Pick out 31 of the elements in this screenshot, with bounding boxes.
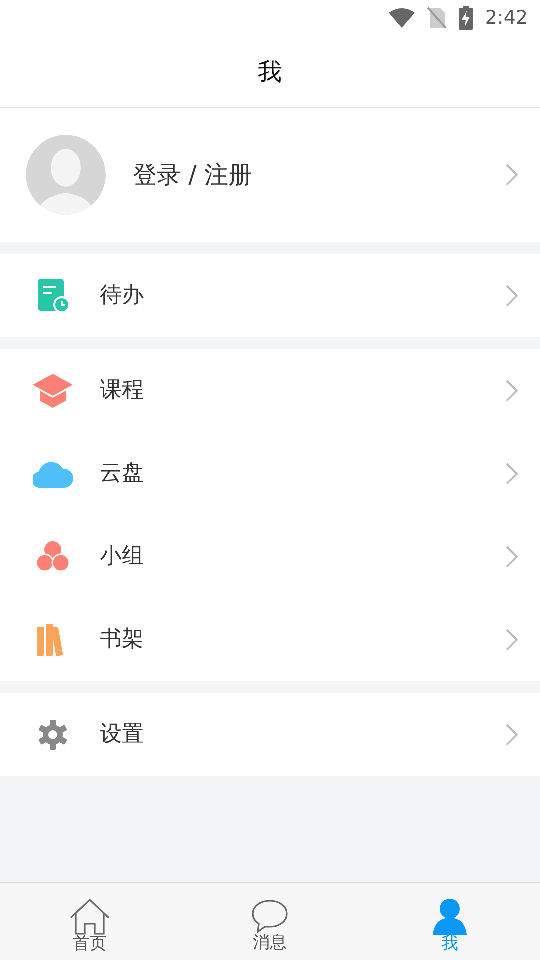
login-register-label: 登录 / 注册	[133, 160, 254, 191]
page-title: 我	[258, 56, 282, 88]
chevron-icon	[506, 546, 518, 568]
chevron-icon	[506, 628, 518, 650]
menu-item[interactable]: 小组	[0, 515, 540, 598]
clock-time: 2:42	[485, 6, 528, 31]
chevron-icon	[506, 164, 518, 186]
todo-icon	[36, 278, 70, 312]
home-icon	[70, 899, 110, 936]
battery-charging-icon	[459, 6, 474, 30]
chevron-icon	[506, 284, 518, 306]
chevron-icon	[506, 380, 518, 402]
menu-item[interactable]: 课程	[0, 349, 540, 432]
settings-icon	[38, 720, 68, 750]
tab[interactable]: 首页	[0, 883, 180, 960]
wifi-icon	[389, 8, 416, 28]
person-icon	[433, 899, 467, 936]
menu-item[interactable]: 待办	[0, 254, 540, 337]
graduation-cap-icon	[33, 374, 73, 408]
no-sim-icon	[427, 7, 448, 29]
menu-item[interactable]: 书架	[0, 598, 540, 681]
cloud-icon	[33, 460, 73, 488]
avatar-icon	[26, 135, 106, 215]
three-circles-icon	[36, 540, 70, 572]
chat-bubble-icon	[252, 900, 288, 934]
profile-row[interactable]: 登录 / 注册	[0, 108, 540, 242]
chevron-icon	[506, 724, 518, 746]
tab[interactable]: 消息	[180, 883, 360, 960]
menu-item[interactable]: 设置	[0, 693, 540, 776]
chevron-icon	[506, 462, 518, 484]
menu-item[interactable]: 云盘	[0, 432, 540, 515]
